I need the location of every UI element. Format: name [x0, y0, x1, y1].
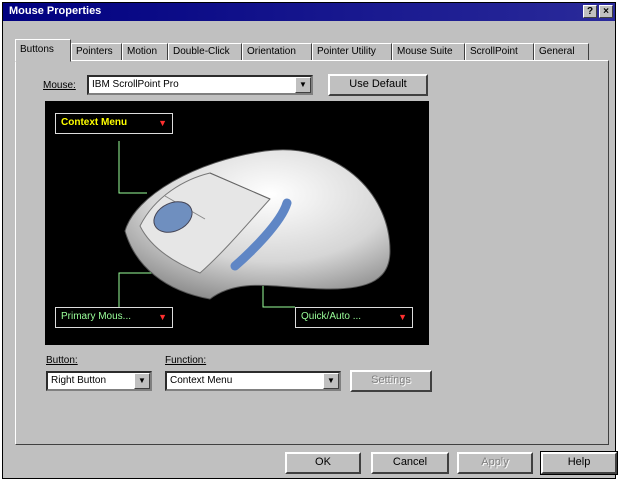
title-bar: Mouse Properties ? ×: [3, 3, 615, 21]
tab-double-click[interactable]: Double-Click: [168, 43, 242, 61]
primary-mouse-dropdown[interactable]: Primary Mous... ▼: [55, 307, 173, 328]
tab-buttons[interactable]: Buttons: [15, 39, 71, 62]
settings-button[interactable]: Settings: [350, 370, 432, 392]
quick-auto-dropdown-label: Quick/Auto ...: [301, 311, 362, 322]
dropdown-arrow-icon: ▼: [158, 312, 167, 322]
mouse-properties-window: Mouse Properties ? × Buttons Pointers Mo…: [2, 2, 618, 479]
tab-pointers[interactable]: Pointers: [71, 43, 122, 61]
ok-button[interactable]: OK: [285, 452, 361, 474]
window-title: Mouse Properties: [9, 5, 102, 17]
function-label: Function:: [165, 355, 207, 366]
tab-general[interactable]: General: [534, 43, 589, 61]
quick-auto-dropdown[interactable]: Quick/Auto ... ▼: [295, 307, 413, 328]
use-default-button[interactable]: Use Default: [328, 74, 428, 96]
mouse-select-value: IBM ScrollPoint Pro: [92, 79, 179, 90]
tab-motion[interactable]: Motion: [122, 43, 168, 61]
close-title-button[interactable]: ×: [599, 5, 613, 18]
chevron-down-icon[interactable]: ▼: [323, 373, 339, 389]
chevron-down-icon[interactable]: ▼: [134, 373, 150, 389]
chevron-down-icon[interactable]: ▼: [295, 77, 311, 93]
primary-mouse-dropdown-label: Primary Mous...: [61, 311, 132, 322]
help-button[interactable]: Help: [540, 451, 618, 475]
button-label: Button:: [46, 355, 78, 366]
mouse-select[interactable]: IBM ScrollPoint Pro ▼: [87, 75, 313, 95]
tab-scrollpoint[interactable]: ScrollPoint: [465, 43, 534, 61]
button-select[interactable]: Right Button ▼: [46, 371, 152, 391]
function-select-value: Context Menu: [170, 375, 233, 386]
cancel-button[interactable]: Cancel: [371, 452, 449, 474]
dropdown-arrow-icon: ▼: [158, 118, 167, 128]
apply-button[interactable]: Apply: [457, 452, 533, 474]
mouse-preview: Context Menu ▼ Primary Mous... ▼ Quick/A…: [45, 101, 429, 345]
button-select-value: Right Button: [51, 375, 107, 386]
tab-mouse-suite[interactable]: Mouse Suite: [392, 43, 465, 61]
help-title-button[interactable]: ?: [583, 5, 597, 18]
dropdown-arrow-icon: ▼: [398, 312, 407, 322]
function-select[interactable]: Context Menu ▼: [165, 371, 341, 391]
context-menu-dropdown[interactable]: Context Menu ▼: [55, 113, 173, 134]
context-menu-dropdown-label: Context Menu: [61, 117, 128, 128]
tab-orientation[interactable]: Orientation: [242, 43, 312, 61]
tab-pointer-utility[interactable]: Pointer Utility: [312, 43, 392, 61]
mouse-label: Mouse:: [43, 80, 76, 91]
